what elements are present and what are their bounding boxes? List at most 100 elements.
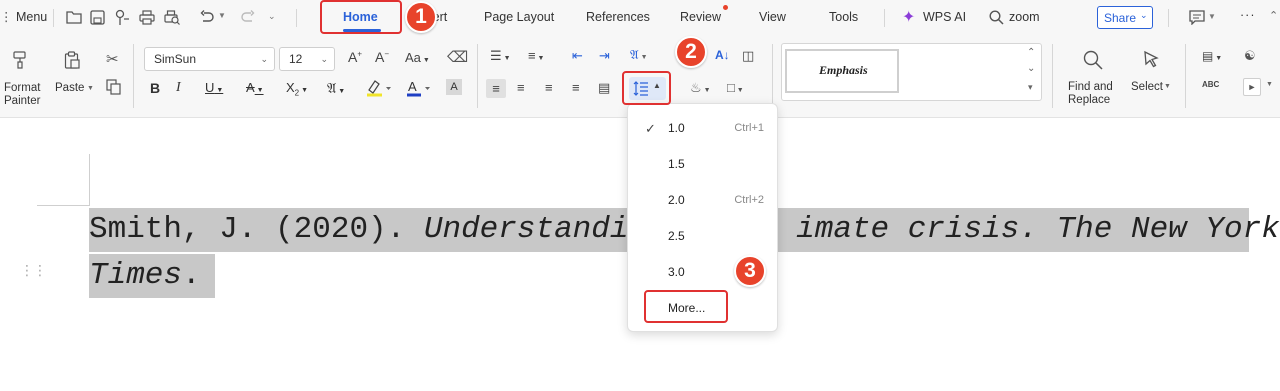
highlight-box-line-spacing xyxy=(622,71,671,105)
share-label: Share xyxy=(1104,11,1137,25)
format-painter-icon xyxy=(12,51,28,69)
redo-icon[interactable] xyxy=(240,10,256,25)
strikethrough-icon[interactable]: A ▼ xyxy=(246,80,264,95)
decrease-indent-icon[interactable]: ⇤ xyxy=(572,48,583,64)
chevron-down-icon: ⌄ xyxy=(260,54,268,64)
line-spacing-option-2-0[interactable]: 2.0 Ctrl+2 xyxy=(628,183,777,219)
search-input[interactable]: zoom xyxy=(1009,10,1040,24)
gallery-scroll-up-icon[interactable]: ⌃ xyxy=(1027,47,1035,58)
save-icon[interactable] xyxy=(90,10,105,25)
style-option-emphasis[interactable]: Emphasis xyxy=(785,49,899,93)
share-button[interactable]: Share ⌄ xyxy=(1097,6,1153,29)
change-case-icon[interactable]: Aa ▼ xyxy=(405,50,430,65)
text-effect-icon[interactable]: 𝔄 ▼ xyxy=(327,80,345,97)
reference-title-part-1: Understandin xyxy=(423,212,648,247)
line-spacing-option-2-5[interactable]: 2.5 xyxy=(628,219,777,255)
option-label: 2.5 xyxy=(668,229,685,243)
divider xyxy=(477,44,478,108)
notification-dot xyxy=(723,5,728,10)
divider xyxy=(1052,44,1053,108)
highlight-box-more xyxy=(644,290,728,323)
italic-icon[interactable]: I xyxy=(176,80,181,96)
option-label: 1.5 xyxy=(668,157,685,171)
format-options-icon[interactable]: ► xyxy=(1243,78,1261,96)
print-icon[interactable] xyxy=(139,10,155,25)
divider xyxy=(1185,44,1186,108)
reference-line-2[interactable]: Times. xyxy=(89,254,215,298)
drag-handle-icon[interactable]: ⋮⋮ xyxy=(20,262,47,279)
option-label: 3.0 xyxy=(668,265,685,279)
line-spacing-option-1-0[interactable]: ✓ 1.0 Ctrl+1 xyxy=(628,111,777,147)
undo-icon[interactable] xyxy=(199,10,215,25)
tab-view[interactable]: View xyxy=(759,10,786,24)
text-direction-icon[interactable]: 𝔄 ▼ xyxy=(630,47,648,63)
style-name: Emphasis xyxy=(819,63,868,77)
format-options-dropdown-icon[interactable]: ▼ xyxy=(1266,81,1273,88)
svg-text:A: A xyxy=(408,79,417,94)
comment-icon[interactable] xyxy=(1189,10,1205,25)
highlight-color-icon[interactable] xyxy=(366,79,392,100)
decrease-font-size-icon[interactable]: A− xyxy=(375,49,389,65)
increase-font-size-icon[interactable]: A+ xyxy=(348,49,362,65)
copy-icon[interactable] xyxy=(106,79,121,95)
underline-icon[interactable]: U ▼ xyxy=(205,80,223,95)
distributed-align-icon[interactable]: ▤ xyxy=(598,80,610,96)
translate-icon[interactable]: ☯ xyxy=(1244,48,1256,64)
font-color-icon[interactable]: A xyxy=(406,79,432,100)
select-dropdown-icon[interactable]: ▼ xyxy=(1164,83,1171,90)
collapse-ribbon-icon[interactable]: ⌃ xyxy=(1269,9,1278,22)
tab-tools[interactable]: Tools xyxy=(829,10,858,24)
customize-toolbar-icon[interactable]: ⌄ xyxy=(268,11,276,22)
font-family-select[interactable]: SimSun ⌄ xyxy=(144,47,275,71)
bold-icon[interactable]: B xyxy=(150,80,160,96)
more-options-button[interactable]: ··· xyxy=(1240,8,1256,22)
open-folder-icon[interactable] xyxy=(66,10,82,25)
highlight-box-home xyxy=(320,0,402,34)
line-spacing-option-1-5[interactable]: 1.5 xyxy=(628,147,777,183)
cut-icon[interactable]: ✂ xyxy=(106,50,119,68)
borders-icon[interactable]: □ ▼ xyxy=(727,80,744,95)
divider xyxy=(296,9,297,27)
paste-dropdown-icon[interactable]: ▼ xyxy=(87,85,94,92)
font-size-select[interactable]: 12 ⌄ xyxy=(279,47,335,71)
export-pdf-icon[interactable] xyxy=(115,9,130,26)
gallery-scroll-down-icon[interactable]: ⌄ xyxy=(1027,63,1035,74)
bullets-icon[interactable]: ☰ ▼ xyxy=(490,48,511,64)
shading-icon[interactable]: ♨ ▼ xyxy=(690,80,711,96)
menu-button[interactable]: ⋮ Menu xyxy=(0,9,47,24)
reference-author-year: Smith, J. (2020). xyxy=(89,212,424,247)
wps-ai-icon: ✦ xyxy=(902,9,916,26)
align-center-icon[interactable]: ≡ xyxy=(517,80,525,95)
select-button[interactable]: Select xyxy=(1131,81,1163,93)
option-label: 1.0 xyxy=(668,121,685,135)
search-icon[interactable] xyxy=(989,10,1004,25)
format-painter-button[interactable]: Format Painter xyxy=(4,82,40,108)
gallery-expand-icon[interactable]: ▾ xyxy=(1028,82,1033,93)
option-shortcut: Ctrl+2 xyxy=(734,194,764,206)
character-shading-icon[interactable]: A xyxy=(446,79,462,95)
paste-button[interactable]: Paste xyxy=(55,82,84,94)
text-tools-icon[interactable]: ▤ ▼ xyxy=(1202,49,1222,63)
checkmark-icon: ✓ xyxy=(645,121,656,136)
subscript-icon[interactable]: X2 ▼ xyxy=(286,80,308,98)
tab-review[interactable]: Review xyxy=(680,10,721,24)
align-right-icon[interactable]: ≡ xyxy=(545,80,553,95)
divider xyxy=(884,9,885,27)
find-and-replace-button[interactable]: Find and Replace xyxy=(1068,81,1113,107)
print-preview-icon[interactable] xyxy=(164,10,180,25)
sort-icon[interactable]: A↓ xyxy=(715,48,730,62)
justify-icon[interactable]: ≡ xyxy=(572,80,580,95)
undo-dropdown-icon[interactable]: ▼ xyxy=(218,11,226,20)
tab-references[interactable]: References xyxy=(586,10,650,24)
wps-ai-button[interactable]: WPS AI xyxy=(923,10,966,24)
tab-page-layout[interactable]: Page Layout xyxy=(484,10,554,24)
reference-source: Times xyxy=(89,258,183,293)
chevron-down-icon: ⌄ xyxy=(1140,10,1148,20)
comment-dropdown-icon[interactable]: ▼ xyxy=(1208,12,1216,21)
clear-formatting-icon[interactable]: ⌫ xyxy=(447,48,468,66)
spell-check-icon[interactable]: ABC xyxy=(1202,80,1219,89)
numbering-icon[interactable]: ≡ ▼ xyxy=(528,48,544,63)
show-hide-marks-icon[interactable]: ◫ xyxy=(742,48,754,64)
increase-indent-icon[interactable]: ⇥ xyxy=(599,48,610,64)
align-left-icon[interactable]: ≡ xyxy=(486,79,506,98)
